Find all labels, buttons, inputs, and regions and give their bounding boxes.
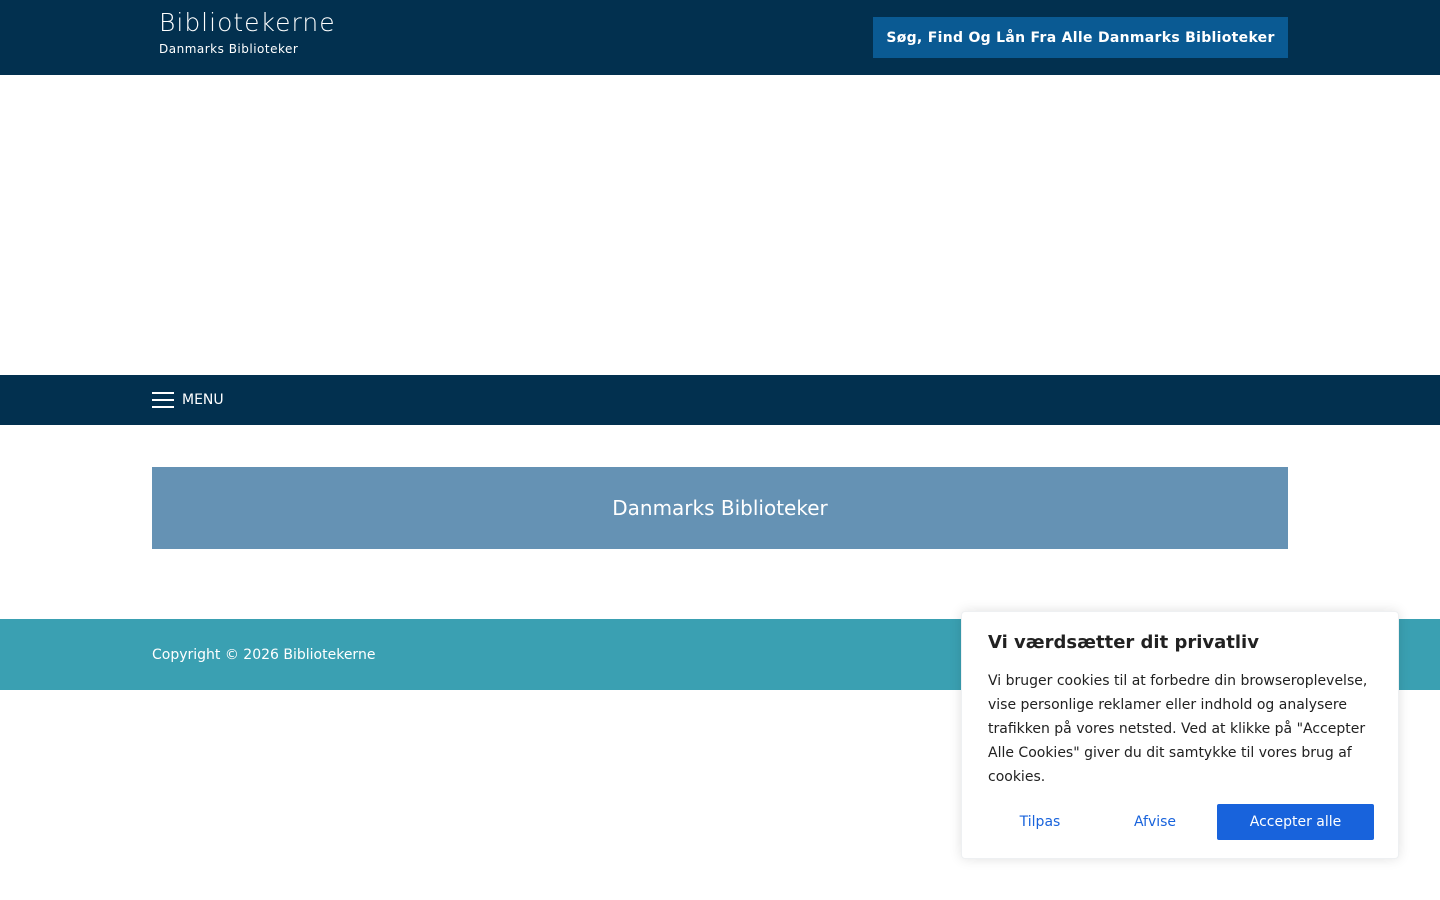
hamburger-menu-icon [152, 392, 174, 408]
site-header: Bibliotekerne Danmarks Biblioteker Søg, … [0, 0, 1440, 75]
cookie-consent-banner: Vi værdsætter dit privatliv Vi bruger co… [961, 611, 1399, 859]
menu-toggle-button[interactable]: MENU [152, 375, 224, 425]
site-tagline: Danmarks Biblioteker [159, 42, 299, 56]
site-title-link[interactable]: Bibliotekerne [159, 8, 336, 37]
customize-cookies-button[interactable]: Tilpas [988, 804, 1092, 840]
reject-cookies-button[interactable]: Afvise [1102, 804, 1208, 840]
cookie-consent-title: Vi værdsætter dit privatliv [988, 632, 1259, 653]
page-title: Danmarks Biblioteker [612, 496, 828, 520]
main-navigation: MENU [0, 375, 1440, 425]
ad-space [0, 75, 1440, 375]
accept-all-cookies-button[interactable]: Accepter alle [1217, 804, 1374, 840]
menu-label: MENU [182, 392, 224, 408]
page-banner: Danmarks Biblioteker [152, 467, 1288, 549]
cookie-consent-description: Vi bruger cookies til at forbedre din br… [988, 673, 1368, 785]
copyright-text: Copyright © 2026 Bibliotekerne [152, 646, 376, 663]
search-libraries-button[interactable]: Søg, Find Og Lån Fra Alle Danmarks Bibli… [873, 17, 1288, 58]
